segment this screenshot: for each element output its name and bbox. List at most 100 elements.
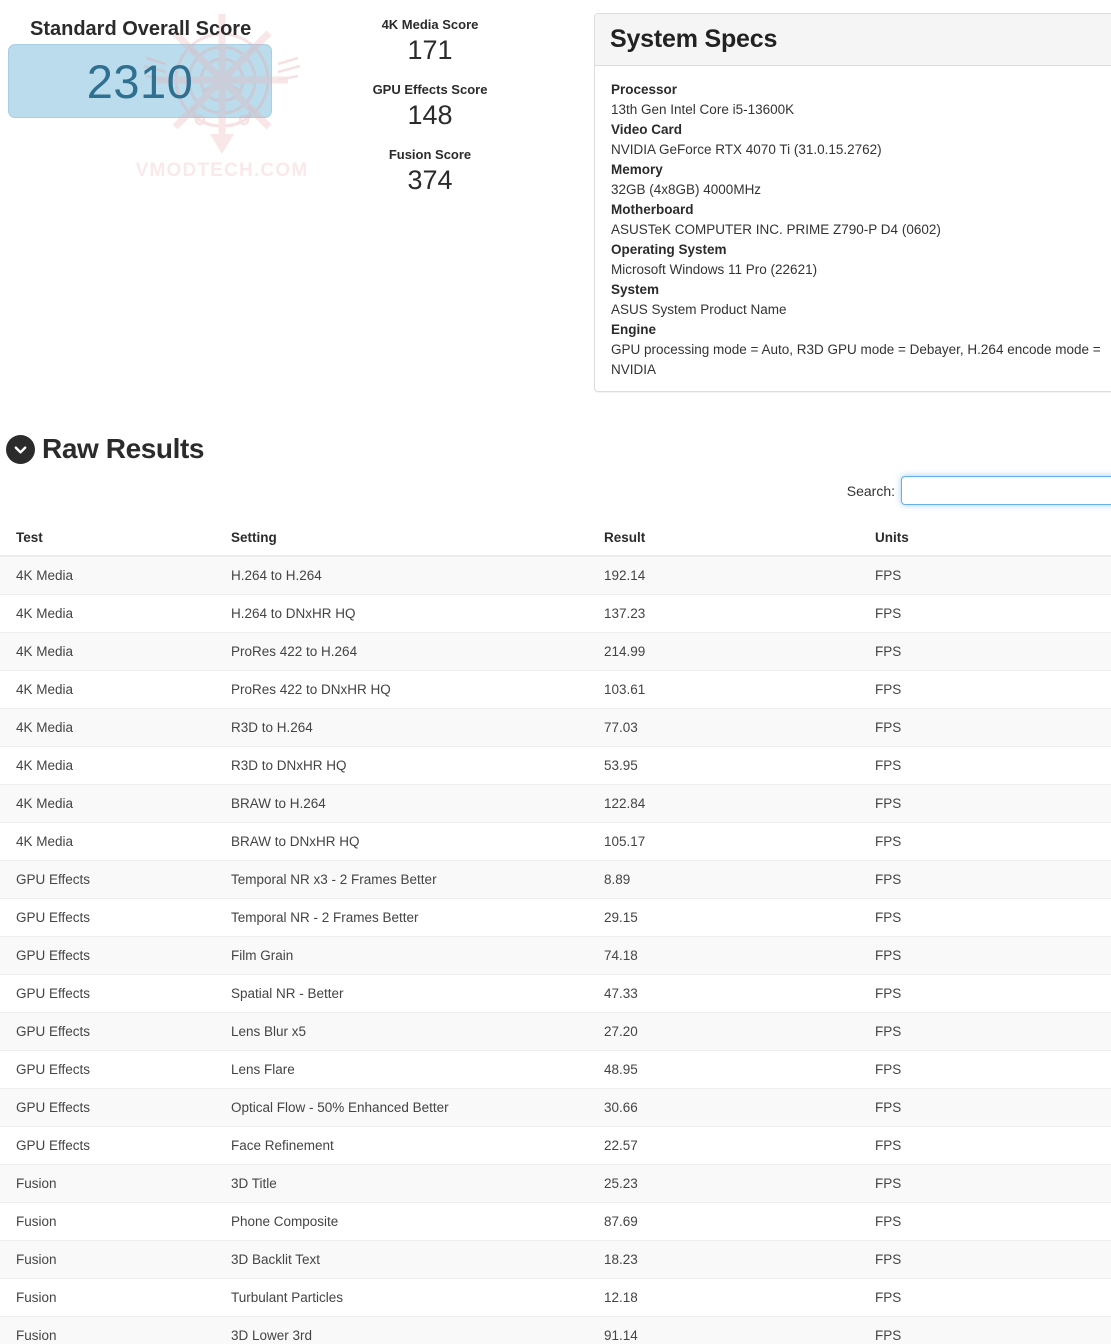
table-row[interactable]: GPU Effects Lens Blur x5 27.20 FPS — [0, 1012, 1111, 1051]
result-cell-units: FPS — [865, 822, 1111, 861]
result-cell-setting: Phone Composite — [215, 1202, 600, 1241]
table-row[interactable]: 4K Media R3D to DNxHR HQ 53.95 FPS — [0, 746, 1111, 785]
result-cell-test: 4K Media — [0, 746, 215, 785]
result-cell-test: 4K Media — [0, 670, 215, 709]
result-cell-test: GPU Effects — [0, 936, 215, 975]
raw-results-title: Raw Results — [42, 433, 205, 464]
search-input[interactable] — [901, 476, 1111, 505]
result-cell-setting: 3D Lower 3rd — [215, 1316, 600, 1344]
table-row[interactable]: 4K Media ProRes 422 to DNxHR HQ 103.61 FPS — [0, 670, 1111, 709]
result-cell-result: 12.18 — [600, 1278, 865, 1317]
result-cell-setting: H.264 to H.264 — [215, 556, 600, 595]
result-cell-units: FPS — [865, 974, 1111, 1013]
table-row[interactable]: GPU Effects Face Refinement 22.57 FPS — [0, 1126, 1111, 1165]
table-row[interactable]: GPU Effects Optical Flow - 50% Enhanced B… — [0, 1088, 1111, 1127]
table-row[interactable]: Fusion Turbulant Particles 12.18 FPS — [0, 1278, 1111, 1317]
spec-label-video-card: Video Card — [611, 122, 683, 137]
result-cell-units: FPS — [865, 594, 1111, 633]
result-cell-test: 4K Media — [0, 594, 215, 633]
result-cell-units: FPS — [865, 708, 1111, 747]
table-row[interactable]: 4K Media H.264 to DNxHR HQ 137.23 FPS — [0, 594, 1111, 633]
table-row[interactable]: 4K Media ProRes 422 to H.264 214.99 FPS — [0, 632, 1111, 671]
watermark-text: VMODTECH.COM — [135, 160, 309, 181]
result-cell-setting: R3D to H.264 — [215, 708, 600, 747]
table-row[interactable]: 4K Media H.264 to H.264 192.14 FPS — [0, 556, 1111, 595]
spec-value-system: ASUS System Product Name — [611, 302, 787, 317]
result-cell-test: GPU Effects — [0, 1050, 215, 1089]
spec-value-memory: 32GB (4x8GB) 4000MHz — [611, 182, 762, 197]
table-row[interactable]: Fusion 3D Backlit Text 18.23 FPS — [0, 1240, 1111, 1279]
spec-label-engine: Engine — [611, 322, 657, 337]
table-row[interactable]: GPU Effects Film Grain 74.18 FPS — [0, 936, 1111, 975]
spec-label-motherboard: Motherboard — [611, 202, 694, 217]
result-cell-units: FPS — [865, 632, 1111, 671]
result-cell-units: FPS — [865, 1164, 1111, 1203]
result-cell-test: GPU Effects — [0, 898, 215, 937]
result-cell-units: FPS — [865, 670, 1111, 709]
column-header-result[interactable]: Result — [600, 522, 865, 557]
table-row[interactable]: Fusion 3D Lower 3rd 91.14 FPS — [0, 1316, 1111, 1344]
result-cell-units: FPS — [865, 898, 1111, 937]
overall-score-value: 2310 — [86, 54, 194, 108]
result-cell-result: 29.15 — [600, 898, 865, 937]
result-cell-result: 18.23 — [600, 1240, 865, 1279]
chevron-down-icon[interactable] — [6, 434, 35, 464]
result-cell-result: 137.23 — [600, 594, 865, 633]
result-cell-units: FPS — [865, 784, 1111, 823]
table-row[interactable]: 4K Media R3D to H.264 77.03 FPS — [0, 708, 1111, 747]
column-header-units[interactable]: Units — [865, 522, 1111, 557]
result-cell-result: 87.69 — [600, 1202, 865, 1241]
result-cell-test: 4K Media — [0, 632, 215, 671]
result-cell-setting: 3D Title — [215, 1164, 600, 1203]
system-specs-panel: System Specs Processor 13th Gen Intel Co… — [594, 13, 1111, 392]
result-cell-setting: Spatial NR - Better — [215, 974, 600, 1013]
column-header-setting[interactable]: Setting — [215, 522, 600, 557]
result-cell-result: 22.57 — [600, 1126, 865, 1165]
result-cell-result: 53.95 — [600, 746, 865, 785]
spec-value-operating-system: Microsoft Windows 11 Pro (22621) — [611, 262, 818, 277]
result-cell-test: GPU Effects — [0, 974, 215, 1013]
benchmark-results-page: VMODTECH.COM Standard Overall Score 2310… — [0, 0, 1111, 1344]
result-cell-units: FPS — [865, 1050, 1111, 1089]
result-cell-result: 214.99 — [600, 632, 865, 671]
table-row[interactable]: GPU Effects Lens Flare 48.95 FPS — [0, 1050, 1111, 1089]
result-cell-test: GPU Effects — [0, 1012, 215, 1051]
system-specs-body: Processor 13th Gen Intel Core i5-13600K … — [595, 66, 1111, 390]
result-cell-setting: Turbulant Particles — [215, 1278, 600, 1317]
table-row[interactable]: GPU Effects Temporal NR x3 - 2 Frames Bet… — [0, 860, 1111, 899]
spec-label-memory: Memory — [611, 162, 663, 177]
table-row[interactable]: Fusion 3D Title 25.23 FPS — [0, 1164, 1111, 1203]
result-cell-setting: ProRes 422 to H.264 — [215, 632, 600, 671]
search-container: Search: — [847, 476, 1111, 505]
table-row[interactable]: 4K Media BRAW to H.264 122.84 FPS — [0, 784, 1111, 823]
search-label: Search: — [846, 482, 895, 499]
result-cell-test: Fusion — [0, 1202, 215, 1241]
subscore-fusion: Fusion Score 374 — [330, 147, 530, 197]
spec-value-motherboard: ASUSTeK COMPUTER INC. PRIME Z790-P D4 (0… — [611, 222, 941, 237]
column-header-test[interactable]: Test — [0, 522, 215, 557]
result-cell-setting: R3D to DNxHR HQ — [215, 746, 600, 785]
result-cell-result: 77.03 — [600, 708, 865, 747]
result-cell-units: FPS — [865, 1088, 1111, 1127]
result-cell-result: 103.61 — [600, 670, 865, 709]
table-row[interactable]: GPU Effects Temporal NR - 2 Frames Better… — [0, 898, 1111, 937]
result-cell-result: 192.14 — [600, 556, 865, 595]
result-cell-units: FPS — [865, 1240, 1111, 1279]
table-row[interactable]: GPU Effects Spatial NR - Better 47.33 FPS — [0, 974, 1111, 1013]
raw-results-header[interactable]: Raw Results — [6, 433, 205, 465]
result-cell-setting: Lens Flare — [215, 1050, 600, 1089]
result-cell-units: FPS — [865, 746, 1111, 785]
result-cell-setting: Face Refinement — [215, 1126, 600, 1165]
table-row[interactable]: Fusion Phone Composite 87.69 FPS — [0, 1202, 1111, 1241]
subscore-value: 148 — [407, 100, 453, 130]
result-cell-test: 4K Media — [0, 784, 215, 823]
result-cell-setting: Temporal NR x3 - 2 Frames Better — [215, 860, 600, 899]
table-row[interactable]: 4K Media BRAW to DNxHR HQ 105.17 FPS — [0, 822, 1111, 861]
result-cell-result: 27.20 — [600, 1012, 865, 1051]
result-cell-result: 91.14 — [600, 1316, 865, 1344]
result-cell-units: FPS — [865, 1126, 1111, 1165]
result-cell-result: 25.23 — [600, 1164, 865, 1203]
spec-value-engine: GPU processing mode = Auto, R3D GPU mode… — [611, 342, 1101, 377]
result-cell-setting: BRAW to H.264 — [215, 784, 600, 823]
result-cell-units: FPS — [865, 1316, 1111, 1344]
